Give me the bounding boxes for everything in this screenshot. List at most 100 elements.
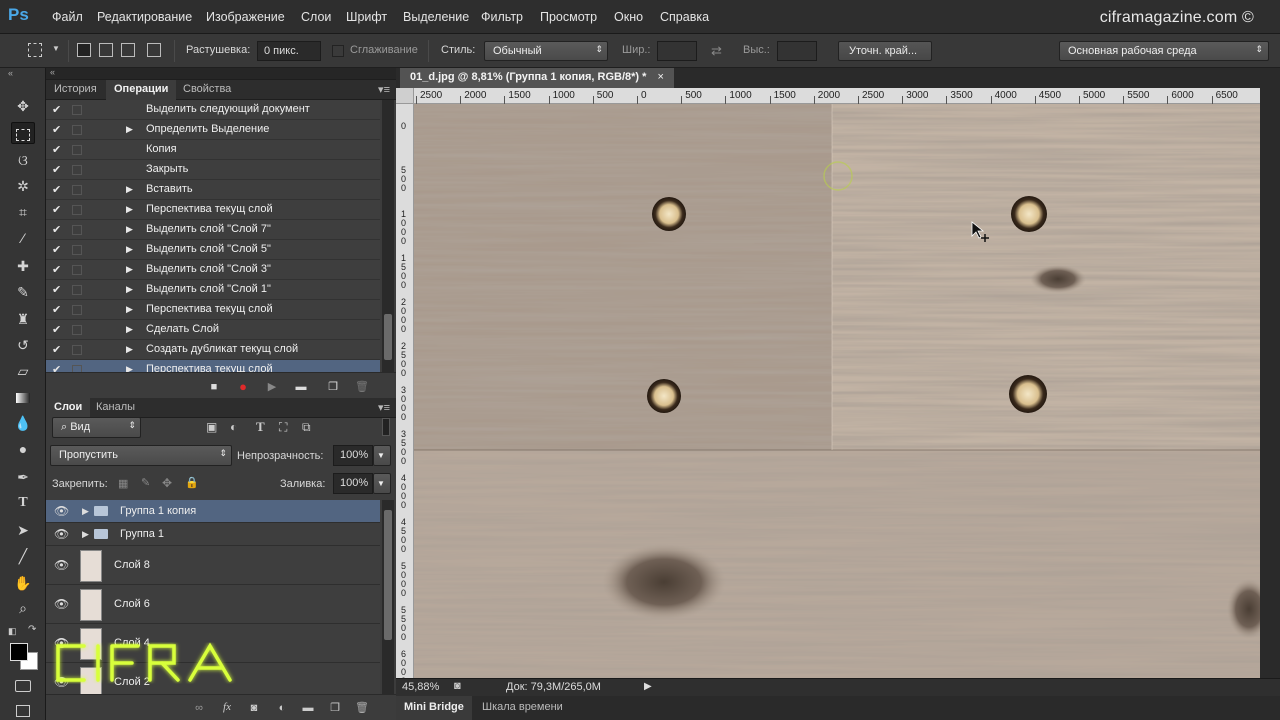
opacity-dropdown[interactable]: ▼	[373, 445, 391, 466]
check-icon[interactable]: ✔	[52, 303, 61, 316]
menu-window[interactable]: Окно	[614, 10, 643, 24]
delete-layer-icon[interactable]: 🗑	[355, 701, 369, 715]
marquee-tool-preset-icon[interactable]	[28, 43, 42, 57]
subtract-selection-icon[interactable]	[121, 43, 135, 57]
magic-wand-tool-icon[interactable]: ✲	[11, 175, 35, 197]
expand-triangle-icon[interactable]: ▶	[126, 344, 133, 355]
check-icon[interactable]: ✔	[52, 183, 61, 196]
collapse-icon[interactable]: «	[8, 68, 13, 78]
action-item[interactable]: ✔ ▶ Вставить	[46, 180, 380, 200]
canvas-scrollbar[interactable]	[1260, 88, 1280, 678]
eye-icon[interactable]: 👁	[54, 504, 69, 518]
dialog-toggle-box[interactable]	[72, 105, 82, 115]
expand-triangle-icon[interactable]: ▶	[126, 204, 133, 215]
layer-filter-select[interactable]: ⌕ Вид ⇕	[52, 417, 141, 438]
chevron-down-icon[interactable]: ▼	[52, 44, 60, 53]
tab-mini-bridge[interactable]: Mini Bridge	[396, 696, 472, 720]
eraser-tool-icon[interactable]: ▱	[11, 360, 35, 382]
folder-icon[interactable]: ▬	[294, 380, 308, 394]
quick-mask-icon[interactable]	[15, 680, 31, 692]
tab-history[interactable]: История	[46, 80, 105, 100]
hand-tool-icon[interactable]: ✋	[11, 572, 35, 594]
gradient-tool-icon[interactable]	[11, 386, 35, 408]
screen-mode-icon[interactable]	[16, 705, 30, 717]
zoom-tool-icon[interactable]: ⌕	[11, 597, 35, 619]
lock-transparent-icon[interactable]: ▦	[118, 477, 128, 490]
move-tool-icon[interactable]: ✥	[11, 95, 35, 117]
opacity-input[interactable]: 100%	[333, 445, 373, 466]
adjustment-layer-icon[interactable]: ◐	[275, 701, 289, 715]
dialog-toggle-box[interactable]	[72, 285, 82, 295]
action-item[interactable]: ✔ ▶ Перспектива текущ слой	[46, 200, 380, 220]
action-item[interactable]: ✔ ▶ Выделить слой "Слой 3"	[46, 260, 380, 280]
layer-mask-icon[interactable]: ◙	[247, 701, 261, 715]
dialog-toggle-box[interactable]	[72, 125, 82, 135]
eye-icon[interactable]: 👁	[54, 558, 69, 572]
play-icon[interactable]: ▶	[265, 380, 279, 394]
document-tab[interactable]: 01_d.jpg @ 8,81% (Группа 1 копия, RGB/8*…	[400, 68, 674, 88]
rect-marquee-tool-icon[interactable]	[11, 122, 35, 144]
width-input[interactable]	[657, 41, 697, 61]
action-item[interactable]: ✔ Копия	[46, 140, 380, 160]
eye-icon[interactable]: 👁	[54, 527, 69, 541]
antialias-checkbox[interactable]	[332, 45, 344, 57]
healing-tool-icon[interactable]: ✚	[11, 255, 35, 277]
filter-toggle[interactable]	[382, 418, 390, 436]
play-icon[interactable]: ▶	[644, 681, 652, 692]
path-select-tool-icon[interactable]: ➤	[11, 519, 35, 541]
workspace-select[interactable]: Основная рабочая среда ⇕	[1059, 41, 1269, 61]
check-icon[interactable]: ✔	[52, 123, 61, 136]
layers-scrollbar[interactable]	[382, 500, 394, 694]
action-item[interactable]: ✔ ▶ Перспектива текущ слой	[46, 360, 380, 372]
action-item[interactable]: ✔ ▶ Выделить слой "Слой 7"	[46, 220, 380, 240]
action-item[interactable]: ✔ ▶ Определить Выделение	[46, 120, 380, 140]
filter-adjustment-icon[interactable]: ◐	[230, 420, 237, 434]
link-layers-icon[interactable]: ∞	[192, 701, 206, 715]
check-icon[interactable]: ✔	[52, 203, 61, 216]
history-brush-tool-icon[interactable]: ↺	[11, 334, 35, 356]
action-item[interactable]: ✔ Закрыть	[46, 160, 380, 180]
tab-timeline[interactable]: Шкала времени	[474, 696, 571, 720]
dialog-toggle-box[interactable]	[72, 165, 82, 175]
menu-filter[interactable]: Фильтр	[481, 10, 523, 24]
collapse-icon[interactable]: «	[50, 67, 55, 77]
swap-colors-icon[interactable]: ↷	[28, 624, 36, 635]
lock-pixels-icon[interactable]: ✎	[141, 476, 150, 489]
layer-row[interactable]: 👁 Слой 8	[46, 546, 380, 585]
check-icon[interactable]: ✔	[52, 243, 61, 256]
menu-help[interactable]: Справка	[660, 10, 709, 24]
refine-edge-button[interactable]: Уточн. край...	[838, 41, 932, 61]
add-selection-icon[interactable]	[99, 43, 113, 57]
check-icon[interactable]: ✔	[52, 163, 61, 176]
dialog-toggle-box[interactable]	[72, 325, 82, 335]
check-icon[interactable]: ✔	[52, 323, 61, 336]
height-input[interactable]	[777, 41, 817, 61]
line-tool-icon[interactable]: ╱	[11, 545, 35, 567]
expand-triangle-icon[interactable]: ▶	[82, 506, 89, 517]
expand-triangle-icon[interactable]: ▶	[126, 324, 133, 335]
check-icon[interactable]: ✔	[52, 343, 61, 356]
stamp-tool-icon[interactable]: ♜	[11, 308, 35, 330]
filter-type-icon[interactable]: T	[256, 419, 265, 435]
actions-scrollbar[interactable]	[382, 100, 394, 372]
lock-position-icon[interactable]: ✥	[162, 476, 172, 490]
check-icon[interactable]: ✔	[52, 143, 61, 156]
check-icon[interactable]: ✔	[52, 103, 61, 116]
share-icon[interactable]: ◙	[454, 680, 461, 692]
action-item[interactable]: ✔ ▶ Создать дубликат текущ слой	[46, 340, 380, 360]
dialog-toggle-box[interactable]	[72, 365, 82, 372]
tab-channels[interactable]: Каналы	[88, 398, 143, 418]
action-item[interactable]: ✔ ▶ Сделать Слой	[46, 320, 380, 340]
blend-mode-select[interactable]: Пропустить ⇕	[50, 445, 232, 466]
expand-triangle-icon[interactable]: ▶	[82, 529, 89, 540]
actions-scroll-thumb[interactable]	[384, 314, 392, 360]
fill-dropdown[interactable]: ▼	[373, 473, 391, 494]
expand-triangle-icon[interactable]: ▶	[126, 184, 133, 195]
menu-select[interactable]: Выделение	[403, 10, 469, 24]
dodge-tool-icon[interactable]: ●	[11, 438, 35, 460]
crop-tool-icon[interactable]: ⌗	[11, 201, 35, 223]
new-group-icon[interactable]: ▬	[301, 701, 315, 715]
new-layer-icon[interactable]: ❐	[328, 701, 342, 715]
canvas[interactable]	[414, 104, 1260, 678]
menu-file[interactable]: Файл	[52, 10, 83, 24]
